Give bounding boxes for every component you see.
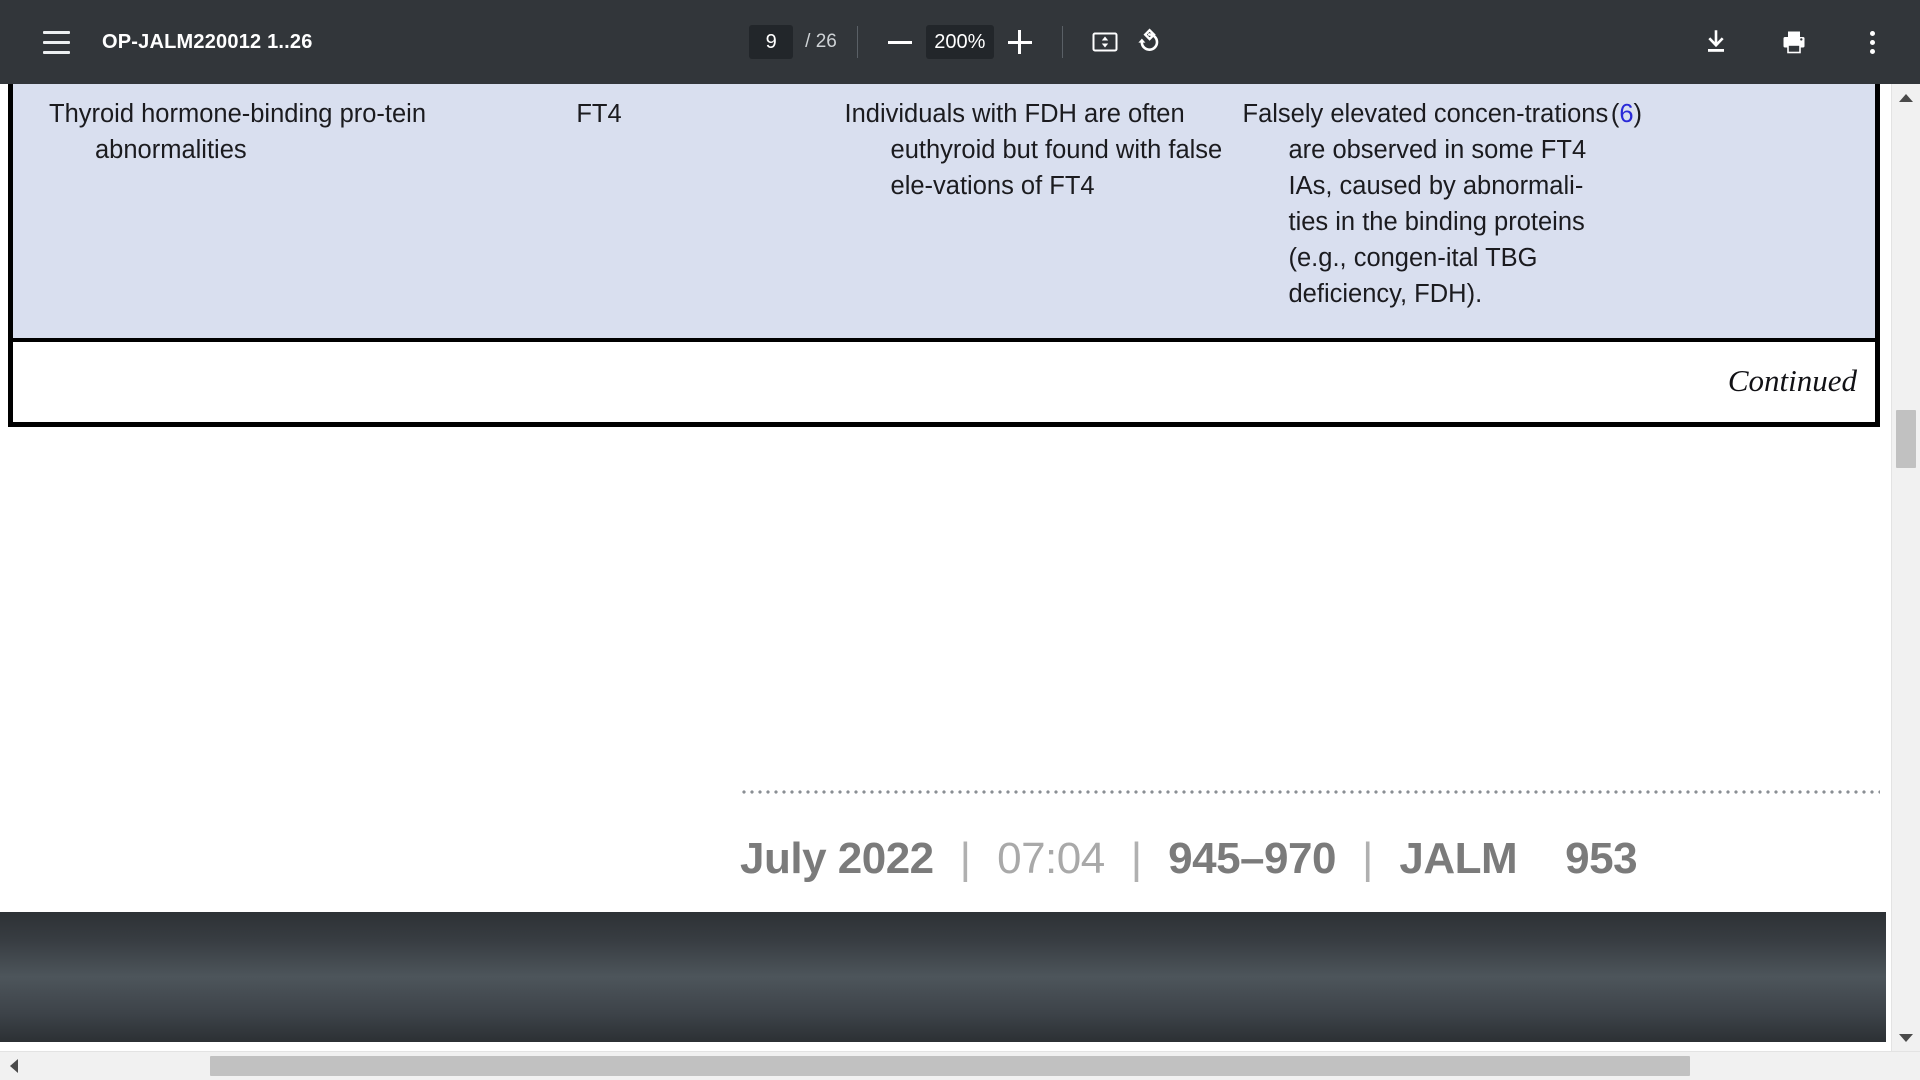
toolbar-divider: [856, 26, 858, 58]
toolbar-divider: [1061, 26, 1063, 58]
scroll-left-button[interactable]: [0, 1052, 28, 1080]
pdf-viewer-window: OP-JALM220012 1..26 / 26 200%: [0, 0, 1920, 1080]
document-title: OP-JALM220012 1..26: [102, 30, 313, 53]
hamburger-menu-icon[interactable]: [34, 20, 78, 64]
zoom-level-display[interactable]: 200%: [925, 25, 994, 59]
minus-icon: [887, 40, 912, 44]
page-number-input[interactable]: [749, 25, 794, 59]
page-total-label: / 26: [805, 31, 837, 52]
scroll-down-arrow-icon: [1899, 1034, 1913, 1042]
footer-issue-date: July 2022: [740, 834, 934, 883]
rotate-counterclockwise-icon: [1138, 28, 1159, 51]
pdf-toolbar: OP-JALM220012 1..26 / 26 200%: [0, 0, 1920, 84]
cell-interference: Falsely elevated concen-trations are obs…: [1242, 84, 1611, 342]
hamburger-bar: [42, 30, 70, 34]
clinical-note-text: Individuals with FDH are often euthyroid…: [844, 100, 1223, 200]
page-separator-band: [0, 912, 1886, 1042]
download-icon: [1708, 30, 1724, 52]
scroll-up-button[interactable]: [1892, 84, 1920, 112]
reference-link[interactable]: 6: [1619, 100, 1633, 128]
data-table: Thyroid hormone-binding pro-tein abnorma…: [8, 84, 1880, 427]
scrollbar-corner: [1892, 1052, 1920, 1080]
cell-analyte: FT4: [576, 84, 845, 342]
cell-reference: (6): [1610, 84, 1878, 342]
download-button[interactable]: [1694, 20, 1738, 64]
kebab-dot: [1869, 30, 1875, 36]
zoom-in-button[interactable]: [998, 20, 1042, 64]
cell-continued: Continued: [10, 340, 1878, 427]
hamburger-bar: [42, 40, 70, 44]
fit-to-page-button[interactable]: [1083, 20, 1127, 64]
scroll-up-arrow-icon: [1899, 94, 1913, 102]
hamburger-bar: [42, 50, 70, 54]
table-continued-row: Continued: [10, 340, 1878, 427]
footer-separator: |: [1361, 834, 1374, 883]
reference-paren-close: ): [1633, 100, 1643, 128]
interference-text: Falsely elevated concen-trations are obs…: [1242, 100, 1609, 308]
zoom-out-button[interactable]: [878, 20, 922, 64]
horizontal-scrollbar[interactable]: [0, 1051, 1920, 1080]
condition-text: Thyroid hormone-binding pro-tein abnorma…: [49, 100, 427, 164]
scroll-left-arrow-icon: [10, 1059, 18, 1073]
analyte-text: FT4: [576, 100, 622, 128]
footer-page-number: 953: [1565, 834, 1638, 883]
footer-separator: |: [1130, 834, 1143, 883]
kebab-dot: [1869, 39, 1875, 45]
footer-timestamp: 07:04: [997, 834, 1105, 883]
more-options-button[interactable]: [1850, 20, 1894, 64]
footer-dotted-rule: [740, 790, 1880, 794]
footer-journal: JALM: [1399, 834, 1518, 883]
table-row: Thyroid hormone-binding pro-tein abnorma…: [10, 84, 1878, 342]
rotate-button[interactable]: [1127, 20, 1171, 64]
cell-condition: Thyroid hormone-binding pro-tein abnorma…: [10, 84, 577, 342]
toolbar-left-group: OP-JALM220012 1..26: [0, 20, 313, 64]
print-icon: [1783, 31, 1805, 54]
kebab-dot: [1869, 48, 1875, 54]
print-button[interactable]: [1772, 20, 1816, 64]
reference-citation: (6): [1611, 100, 1642, 128]
fit-to-page-icon: [1092, 32, 1118, 52]
scroll-down-button[interactable]: [1892, 1024, 1920, 1052]
toolbar-right-group: [1694, 20, 1894, 64]
pdf-viewer-canvas[interactable]: Thyroid hormone-binding pro-tein abnorma…: [0, 84, 1892, 1052]
cell-clinical-note: Individuals with FDH are often euthyroid…: [844, 84, 1243, 342]
continued-label: Continued: [1727, 363, 1857, 398]
vertical-scrollbar-thumb[interactable]: [1896, 410, 1916, 468]
pdf-page: Thyroid hormone-binding pro-tein abnorma…: [0, 84, 1886, 912]
footer-separator: |: [959, 834, 972, 883]
footer-page-range: 945–970: [1168, 834, 1336, 883]
vertical-scrollbar[interactable]: [1891, 84, 1920, 1052]
page-footer: July 2022 | 07:04 | 945–970 | JALM 953: [740, 834, 1892, 884]
horizontal-scrollbar-thumb[interactable]: [210, 1056, 1690, 1076]
plus-icon: [1007, 30, 1032, 54]
